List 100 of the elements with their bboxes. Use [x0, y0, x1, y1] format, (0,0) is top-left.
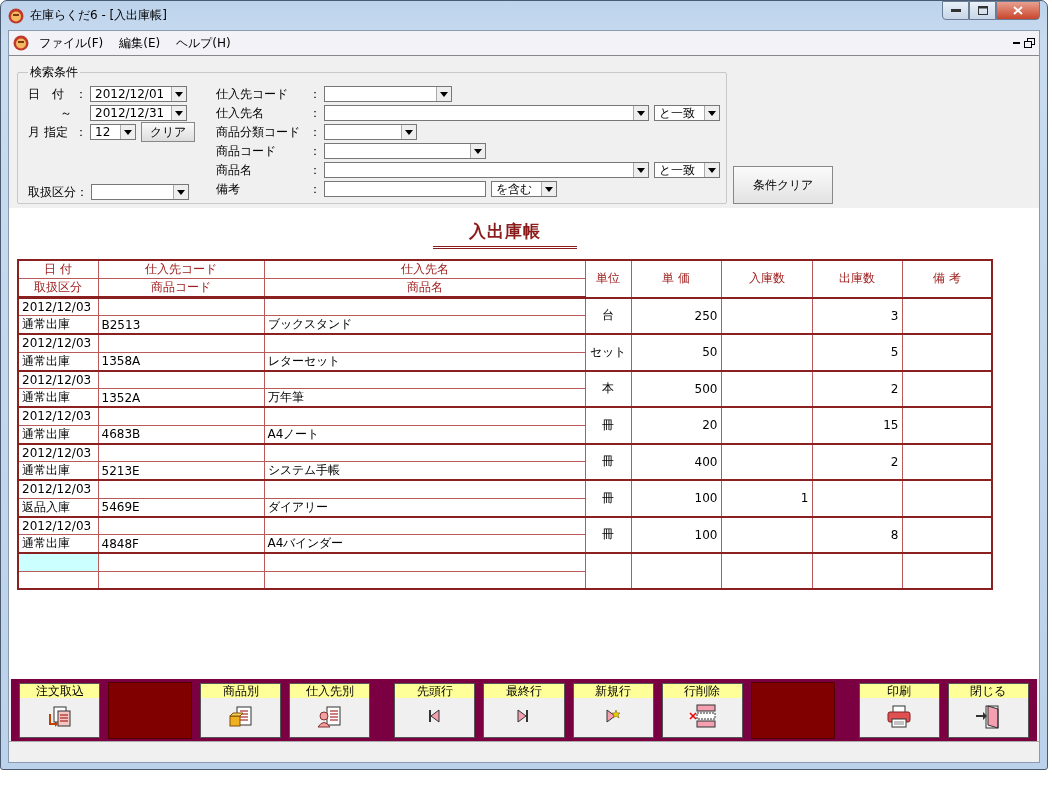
field-label: 商品コード: [216, 142, 277, 160]
clear-conditions-button[interactable]: 条件クリア: [733, 166, 833, 204]
clear-button[interactable]: クリア: [141, 122, 195, 142]
colon-label: ：: [309, 123, 321, 141]
caret-icon: [637, 110, 645, 116]
month-combo[interactable]: 12: [90, 124, 136, 140]
select-combo[interactable]: [324, 143, 486, 159]
table-cell: セット: [585, 334, 631, 371]
select-combo[interactable]: [324, 124, 417, 140]
match-combo[interactable]: と一致: [654, 162, 720, 178]
colon-label: ：: [309, 85, 321, 103]
minimize-icon: [1013, 42, 1020, 44]
table-cell: 台: [585, 297, 631, 334]
caret-icon: [175, 91, 183, 97]
maximize-button[interactable]: [969, 1, 996, 20]
column-header: 商品コード: [98, 278, 264, 298]
toolbar-button[interactable]: 閉じる: [947, 682, 1029, 738]
restore-icon: [1024, 38, 1035, 48]
table-cell: 1: [721, 480, 812, 517]
current-cell[interactable]: [18, 553, 98, 571]
minimize-button[interactable]: [942, 1, 969, 20]
table-cell: 冊: [585, 443, 631, 480]
table-cell: 2012/12/03: [18, 480, 98, 498]
table-cell: 5: [812, 334, 902, 371]
table-cell: 2012/12/03: [18, 370, 98, 389]
close-button[interactable]: [996, 1, 1040, 20]
app-icon: [13, 35, 29, 51]
match-combo[interactable]: と一致: [654, 105, 720, 121]
select-combo[interactable]: [91, 184, 189, 200]
delete-row-icon: [688, 704, 717, 730]
table-cell: 50: [631, 334, 721, 371]
caret-icon: [177, 189, 185, 195]
colon-label: ：: [309, 161, 321, 179]
field-label: 仕入先コード: [216, 85, 289, 103]
select-combo[interactable]: [324, 105, 649, 121]
toolbar-button[interactable]: 最終行: [483, 682, 565, 738]
table-cell: 20: [631, 407, 721, 444]
caret-icon: [637, 167, 645, 173]
table-cell: 250: [631, 297, 721, 334]
caret-icon: [405, 129, 413, 135]
toolbar-button[interactable]: 印刷: [858, 682, 940, 738]
table-cell: 100: [631, 516, 721, 553]
colon-label: ：: [75, 85, 87, 103]
table-cell: 冊: [585, 480, 631, 517]
app-icon: [8, 7, 24, 24]
toolbar-button[interactable]: 仕入先別: [289, 682, 371, 738]
toolbar-button[interactable]: 注文取込: [19, 682, 101, 738]
field-label: ～: [59, 104, 72, 122]
table-cell: 2: [812, 443, 902, 480]
table-cell: 冊: [585, 407, 631, 444]
table-cell: 2012/12/03: [18, 407, 98, 425]
caret-icon: [708, 110, 716, 116]
table-cell: 500: [631, 370, 721, 407]
table-cell: 本: [585, 370, 631, 407]
column-header: 単位: [585, 260, 631, 298]
date-combo[interactable]: 2012/12/01: [90, 86, 187, 102]
caret-icon: [175, 110, 183, 116]
field-label: 仕入先名: [216, 104, 265, 122]
table-cell: 3: [812, 297, 902, 334]
maximize-icon: [977, 6, 988, 15]
field-label: 商品名: [216, 161, 253, 179]
toolbar-button[interactable]: 先頭行: [394, 682, 476, 738]
field-label: 取扱区分：: [28, 183, 88, 201]
table-cell: 2012/12/03: [18, 443, 98, 462]
column-header: 取扱区分: [18, 278, 98, 298]
caret-icon: [708, 167, 716, 173]
column-header: 仕入先名: [264, 260, 585, 279]
toolbar-button[interactable]: 商品別: [200, 682, 282, 738]
close-icon: [1013, 6, 1023, 15]
colon-label: ：: [309, 104, 321, 122]
text-field[interactable]: [324, 181, 486, 197]
menu-item[interactable]: ファイル(F): [33, 34, 110, 52]
table-cell: 2012/12/03: [18, 297, 98, 316]
select-combo[interactable]: [324, 162, 649, 178]
colon-label: ：: [75, 123, 87, 141]
caret-icon: [474, 148, 482, 154]
select-combo[interactable]: [324, 86, 452, 102]
box-document-icon: [226, 704, 255, 730]
menu-item[interactable]: ヘルプ(H): [170, 34, 237, 52]
group-label: 検索条件: [29, 64, 79, 81]
match-combo[interactable]: を含む: [491, 181, 557, 197]
table-cell: 100: [631, 480, 721, 517]
column-header: 仕入先コード: [98, 260, 264, 279]
table-cell: 2012/12/03: [18, 334, 98, 352]
minimize-icon: [950, 8, 961, 13]
table-cell: 2012/12/03: [18, 516, 98, 535]
caret-icon: [440, 91, 448, 97]
table-cell: 8: [812, 516, 902, 553]
caret-icon: [124, 129, 132, 135]
window-title: 在庫らくだ6 - [入出庫帳]: [30, 7, 167, 24]
table-cell: 冊: [585, 516, 631, 553]
toolbar-button[interactable]: 行削除: [661, 682, 743, 738]
colon-label: ：: [309, 180, 321, 198]
person-document-icon: [315, 704, 344, 730]
table-cell: 2: [812, 370, 902, 407]
date-combo[interactable]: 2012/12/31: [90, 105, 187, 121]
toolbar-button[interactable]: 新規行: [572, 682, 654, 738]
menu-item[interactable]: 編集(E): [113, 34, 167, 52]
field-label: 商品分類コード: [216, 123, 301, 141]
field-label: 日 付: [28, 85, 65, 103]
